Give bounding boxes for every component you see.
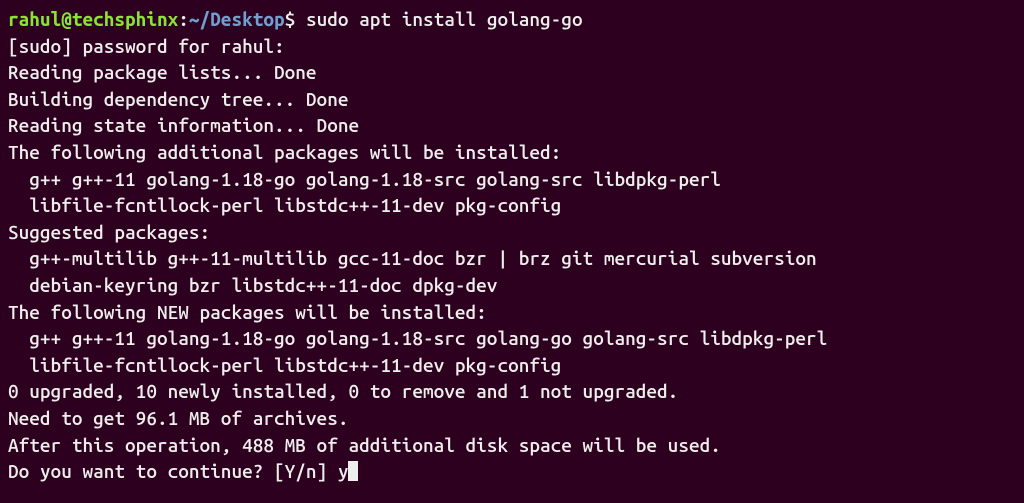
cursor-icon bbox=[348, 461, 358, 481]
output-line: g++ g++-11 golang-1.18-go golang-1.18-sr… bbox=[8, 325, 1016, 352]
output-line: libfile-fcntllock-perl libstdc++-11-dev … bbox=[8, 352, 1016, 379]
prompt-path: ~/Desktop bbox=[189, 8, 285, 30]
output-line: The following additional packages will b… bbox=[8, 139, 1016, 166]
output-line: Building dependency tree... Done bbox=[8, 86, 1016, 113]
user-input: y bbox=[338, 460, 349, 482]
output-line: After this operation, 488 MB of addition… bbox=[8, 432, 1016, 459]
prompt-host: techsphinx bbox=[72, 8, 178, 30]
prompt-colon: : bbox=[178, 8, 189, 30]
prompt-user: rahul bbox=[8, 8, 61, 30]
output-line: debian-keyring bzr libstdc++-11-doc dpkg… bbox=[8, 272, 1016, 299]
output-line: Suggested packages: bbox=[8, 219, 1016, 246]
output-line: 0 upgraded, 10 newly installed, 0 to rem… bbox=[8, 378, 1016, 405]
output-line: g++ g++-11 golang-1.18-go golang-1.18-sr… bbox=[8, 166, 1016, 193]
output-line: [sudo] password for rahul: bbox=[8, 33, 1016, 60]
prompt-at: @ bbox=[61, 8, 72, 30]
input-prompt-line[interactable]: Do you want to continue? [Y/n] y bbox=[8, 458, 1016, 485]
output-line: Need to get 96.1 MB of archives. bbox=[8, 405, 1016, 432]
prompt-dollar: $ bbox=[285, 8, 306, 30]
output-line: The following NEW packages will be insta… bbox=[8, 299, 1016, 326]
continue-prompt: Do you want to continue? [Y/n] bbox=[8, 460, 338, 482]
output-line: libfile-fcntllock-perl libstdc++-11-dev … bbox=[8, 192, 1016, 219]
output-line: Reading state information... Done bbox=[8, 112, 1016, 139]
prompt-line: rahul@techsphinx:~/Desktop$ sudo apt ins… bbox=[8, 6, 1016, 33]
output-line: Reading package lists... Done bbox=[8, 59, 1016, 86]
output-line: g++-multilib g++-11-multilib gcc-11-doc … bbox=[8, 245, 1016, 272]
command-text: sudo apt install golang-go bbox=[306, 8, 583, 30]
